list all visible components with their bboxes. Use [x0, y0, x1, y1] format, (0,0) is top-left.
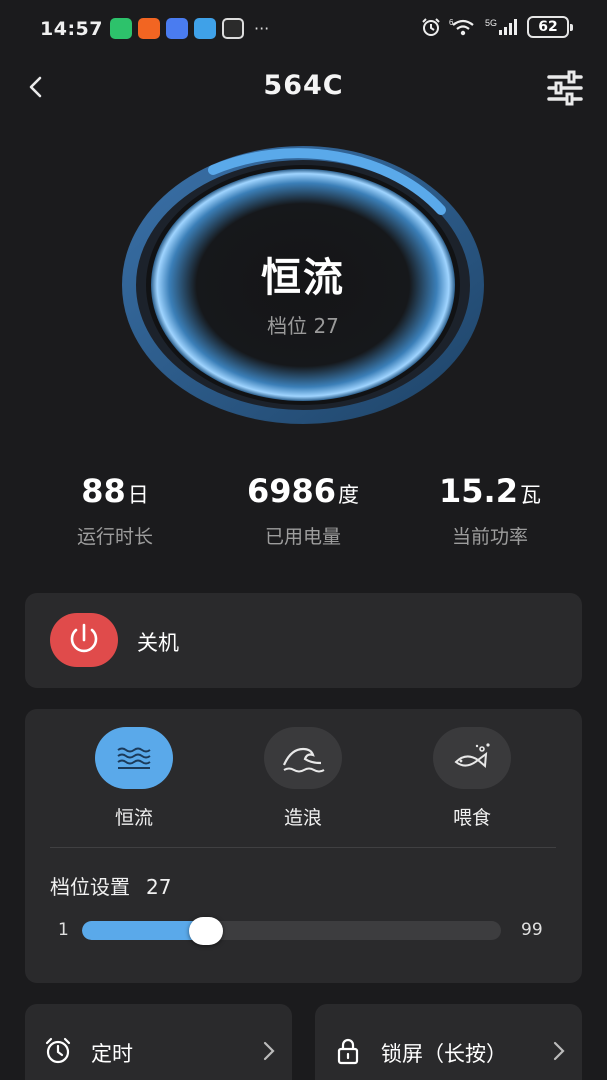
level-setting-label: 档位设置 [50, 875, 130, 899]
mode-constant-flow[interactable]: 恒流 [89, 727, 179, 830]
power-icon [70, 623, 98, 653]
level-slider-fill [82, 921, 207, 940]
chevron-right-icon [553, 1041, 565, 1061]
network-type: 5G [485, 18, 497, 28]
stat-runtime-label: 运行时长 [76, 526, 153, 548]
mode-feed[interactable]: 喂食 [427, 727, 517, 830]
slider-max-label: 99 [521, 920, 543, 940]
level-setting-value: 27 [146, 875, 172, 899]
lock-screen-button[interactable]: 锁屏（长按） [315, 1004, 582, 1080]
mode-wave-button[interactable] [264, 727, 342, 789]
mode-feed-label: 喂食 [452, 807, 491, 829]
power-button[interactable] [50, 613, 118, 667]
waves-icon [117, 747, 151, 769]
stat-runtime: 88日 运行时长 [15, 472, 215, 549]
stat-power: 15.2瓦 当前功率 [390, 472, 590, 549]
page-title: 564C [263, 70, 344, 101]
wave-crest-icon [282, 747, 325, 773]
stat-energy-label: 已用电量 [264, 526, 341, 548]
level-slider-track[interactable] [82, 921, 501, 940]
stat-energy-value: 6986度 [246, 472, 360, 510]
notification-icons: ··· [110, 18, 269, 39]
alarm-icon [422, 18, 440, 36]
gesture-app-icon [222, 18, 244, 39]
settings-sliders-icon[interactable] [545, 70, 585, 106]
battery-indicator: 62 [527, 16, 573, 38]
status-bar: 14:57 ··· 6 5G 62 [0, 0, 607, 58]
wifi-6-tag: 6 [449, 18, 454, 27]
stat-runtime-value: 88日 [81, 472, 149, 510]
timer-label: 定时 [91, 1042, 133, 1066]
level-setting-title: 档位设置 27 [50, 871, 171, 900]
system-indicators: 6 5G 62 [421, 16, 573, 38]
mode-wave-label: 造浪 [283, 807, 322, 829]
slider-min-label: 1 [58, 920, 69, 940]
current-level-label: 档位 27 [267, 314, 339, 338]
divider [50, 847, 556, 848]
power-card: 关机 [25, 593, 582, 688]
current-mode-label: 恒流 [261, 255, 345, 301]
mode-constant-flow-button[interactable] [95, 727, 173, 789]
reader-app-icon [194, 18, 216, 39]
lock-icon [337, 1038, 359, 1065]
mode-constant-flow-label: 恒流 [114, 807, 153, 829]
wechat-icon [110, 18, 132, 39]
timer-button[interactable]: 定时 [25, 1004, 292, 1080]
app-header: 564C [0, 62, 607, 114]
stat-power-value: 15.2瓦 [439, 472, 541, 510]
stat-power-label: 当前功率 [451, 526, 528, 548]
lock-screen-label: 锁屏（长按） [381, 1042, 507, 1066]
level-slider-thumb[interactable] [189, 917, 224, 945]
mode-card: 恒流 造浪 喂食 档位设置 27 1 99 [25, 709, 582, 983]
alarm-clock-icon [45, 1037, 71, 1064]
status-time: 14:57 [40, 18, 103, 40]
taobao-icon [138, 18, 160, 39]
chevron-right-icon [263, 1041, 275, 1061]
fish-icon [454, 743, 490, 769]
mode-wave[interactable]: 造浪 [258, 727, 348, 830]
more-notifications-icon: ··· [254, 18, 270, 38]
cellular-signal-icon: 5G [485, 18, 517, 35]
shopping-app-icon [166, 18, 188, 39]
wifi-icon: 6 [449, 18, 474, 36]
mode-feed-button[interactable] [433, 727, 511, 789]
power-label: 关机 [137, 631, 179, 655]
stat-energy: 6986度 已用电量 [203, 472, 403, 549]
